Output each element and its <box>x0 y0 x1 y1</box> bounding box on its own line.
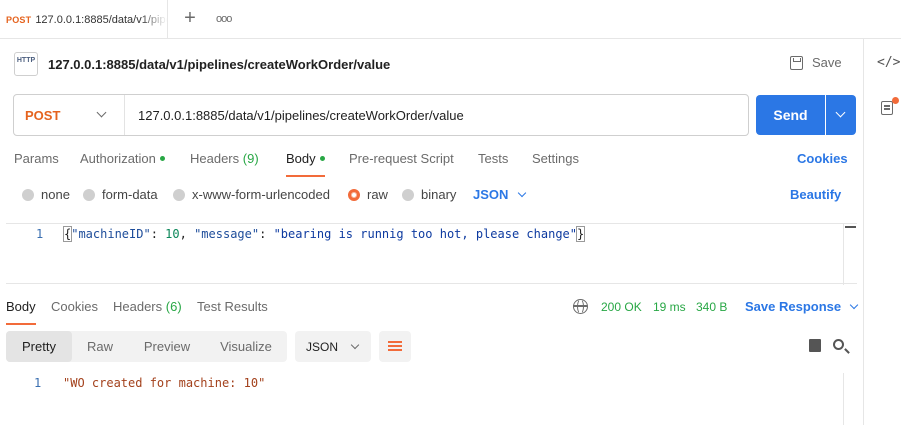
radio-none[interactable]: none <box>22 187 70 202</box>
response-size[interactable]: 340 B <box>696 300 727 314</box>
send-options-button[interactable] <box>826 95 856 135</box>
response-format-select[interactable]: JSON <box>295 331 371 362</box>
request-title[interactable]: 127.0.0.1:8885/data/v1/pipelines/createW… <box>48 57 390 72</box>
method-select[interactable]: POST <box>14 95 125 135</box>
send-button[interactable]: Send <box>756 95 825 135</box>
tab-tests[interactable]: Tests <box>478 151 508 166</box>
status-dot <box>159 156 165 162</box>
tab-authorization[interactable]: Authorization <box>80 151 165 166</box>
notification-dot <box>892 97 899 104</box>
globe-icon[interactable] <box>573 299 588 314</box>
save-label: Save <box>812 55 842 70</box>
new-tab-icon[interactable]: + <box>181 8 199 29</box>
radio-indicator <box>22 188 34 201</box>
tab-body[interactable]: Body <box>286 151 325 177</box>
search-icon[interactable] <box>833 339 844 350</box>
view-mode-group: Pretty Raw Preview Visualize <box>6 331 287 362</box>
chevron-down-icon <box>350 340 360 349</box>
response-body-text[interactable]: "WO created for machine: 10" <box>63 376 265 390</box>
status-dot <box>319 156 325 162</box>
line-number: 1 <box>36 227 44 241</box>
save-icon <box>790 55 803 70</box>
tab-pre-request-script[interactable]: Pre-request Script <box>349 151 454 166</box>
radio-form-data[interactable]: form-data <box>83 187 158 202</box>
radio-indicator-selected <box>348 188 360 201</box>
tab-headers[interactable]: Headers (9) <box>190 151 259 166</box>
radio-raw[interactable]: raw <box>348 187 388 202</box>
view-raw[interactable]: Raw <box>72 331 128 362</box>
response-tab-body[interactable]: Body <box>6 299 36 325</box>
request-body-editor[interactable]: 1 {"machineID": 10, "message": "bearing … <box>6 223 857 285</box>
tab-method-label: POST <box>6 14 32 25</box>
beautify-button[interactable]: Beautify <box>790 187 841 202</box>
http-request-icon: HTTP <box>14 52 38 76</box>
chevron-down-icon <box>835 107 846 118</box>
radio-indicator <box>83 188 95 201</box>
editor-scrollbar[interactable] <box>843 224 857 285</box>
tab-url-label: 127.0.0.1:8885/data/v1/pipelines/createW… <box>35 13 167 26</box>
method-label: POST <box>25 107 61 123</box>
code-line[interactable]: {"machineID": 10, "message": "bearing is… <box>62 226 586 242</box>
chevron-down-icon <box>849 300 859 309</box>
tab-strip: POST 127.0.0.1:8885/data/v1/pipelines/cr… <box>0 0 901 39</box>
response-tab-headers[interactable]: Headers (6) <box>113 299 182 314</box>
tab-params[interactable]: Params <box>14 151 59 166</box>
wrap-lines-icon[interactable] <box>379 331 411 362</box>
request-tab[interactable]: POST 127.0.0.1:8885/data/v1/pipelines/cr… <box>0 0 168 39</box>
view-preview[interactable]: Preview <box>130 331 204 362</box>
more-tabs-icon[interactable]: ooo <box>216 13 232 25</box>
url-bar: POST <box>13 94 749 136</box>
radio-x-www-form-urlencoded[interactable]: x-www-form-urlencoded <box>173 187 330 202</box>
radio-indicator <box>173 188 185 201</box>
status-code[interactable]: 200 OK <box>601 300 642 314</box>
radio-binary[interactable]: binary <box>402 187 456 202</box>
response-tab-cookies[interactable]: Cookies <box>51 299 98 314</box>
response-scrollbar[interactable] <box>843 373 856 425</box>
save-response-button[interactable]: Save Response <box>745 299 859 314</box>
view-visualize[interactable]: Visualize <box>206 331 286 362</box>
chevron-down-icon <box>518 188 527 197</box>
body-format-select[interactable]: JSON <box>473 187 527 202</box>
response-time[interactable]: 19 ms <box>653 300 686 314</box>
view-pretty[interactable]: Pretty <box>6 331 72 362</box>
line-number: 1 <box>34 376 42 390</box>
radio-indicator <box>402 188 414 201</box>
chevron-down-icon <box>96 107 107 118</box>
copy-icon[interactable] <box>806 336 821 352</box>
save-button[interactable]: Save <box>790 55 842 70</box>
cookies-link[interactable]: Cookies <box>797 151 848 166</box>
response-tab-test-results[interactable]: Test Results <box>197 299 268 314</box>
tab-settings[interactable]: Settings <box>532 151 579 166</box>
document-icon[interactable] <box>881 101 893 115</box>
code-icon[interactable]: </> <box>877 55 900 70</box>
right-sidebar: </> <box>863 39 901 425</box>
url-input[interactable] <box>138 95 738 135</box>
